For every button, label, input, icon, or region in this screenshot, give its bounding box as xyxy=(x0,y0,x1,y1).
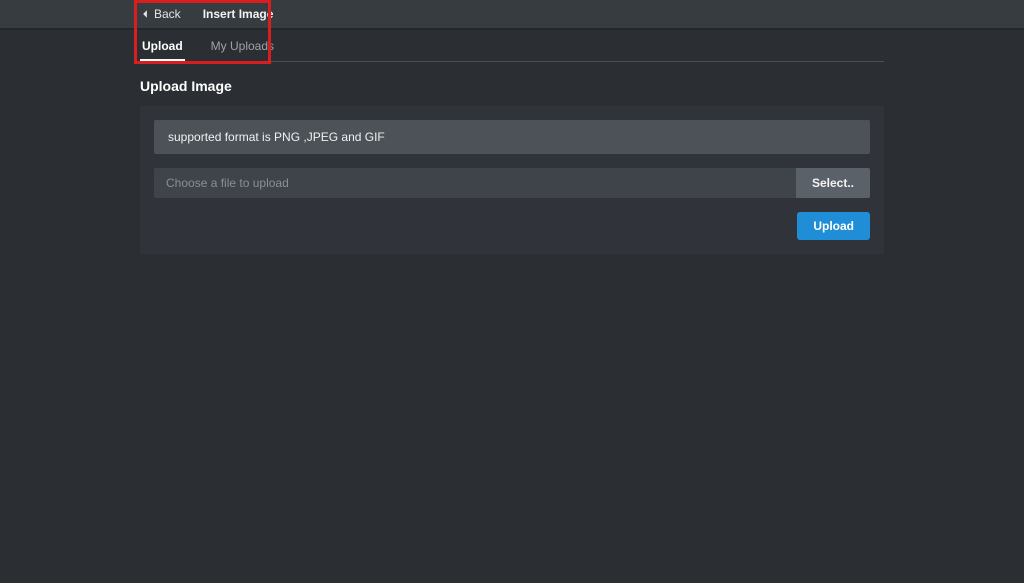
back-button[interactable]: Back xyxy=(140,7,181,21)
back-label: Back xyxy=(154,7,181,21)
tab-my-uploads[interactable]: My Uploads xyxy=(209,31,276,62)
upload-button[interactable]: Upload xyxy=(797,212,870,240)
upload-panel: supported format is PNG ,JPEG and GIF Se… xyxy=(140,106,884,254)
tab-upload[interactable]: Upload xyxy=(140,31,185,62)
format-info: supported format is PNG ,JPEG and GIF xyxy=(154,120,870,154)
modal-title: Insert Image xyxy=(203,7,274,21)
file-row: Select.. xyxy=(154,168,870,198)
content: Upload Image supported format is PNG ,JP… xyxy=(140,78,884,254)
page-heading: Upload Image xyxy=(140,78,884,94)
upload-row: Upload xyxy=(154,212,870,240)
tabs: Upload My Uploads xyxy=(140,30,884,62)
modal-header: Back Insert Image xyxy=(0,0,1024,28)
select-file-button[interactable]: Select.. xyxy=(796,168,870,198)
chevron-left-icon xyxy=(140,9,150,19)
file-path-input[interactable] xyxy=(154,168,796,198)
